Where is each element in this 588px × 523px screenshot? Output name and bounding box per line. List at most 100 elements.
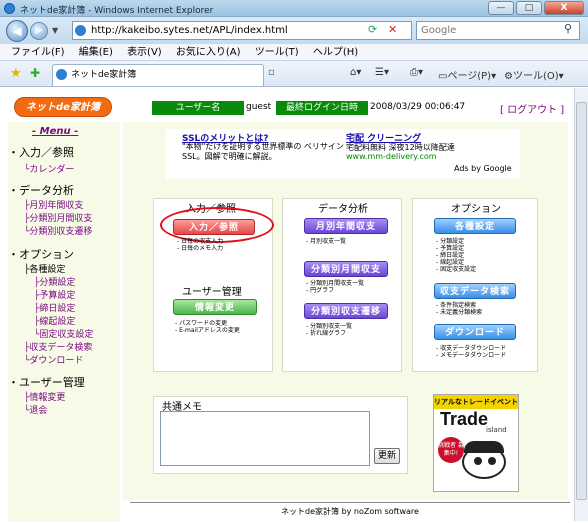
menu-file[interactable]: ファイル(F) bbox=[11, 44, 65, 61]
page-menu[interactable]: ▭ページ(P)▾ bbox=[438, 67, 496, 82]
option-desc-7: - 未定義分類検索 bbox=[436, 309, 483, 316]
option-desc-9: - メモデータダウンロード bbox=[436, 352, 507, 359]
print-icon[interactable]: ⎙▾ bbox=[410, 67, 423, 78]
menu-favorites[interactable]: お気に入り(A) bbox=[176, 44, 241, 61]
banner-eye bbox=[474, 457, 482, 465]
forward-button[interactable]: ▶ bbox=[30, 22, 48, 40]
option-desc-2: - 予算設定 bbox=[436, 245, 465, 252]
ad-text-ssl: "本物"だけを証明する世界標準の ベリサイン SSL。図解で明確に解説。 bbox=[182, 142, 344, 161]
option-desc-5: - 固定収支設定 bbox=[436, 266, 477, 273]
memo-textarea[interactable] bbox=[160, 411, 370, 466]
back-button[interactable]: ◀ bbox=[6, 20, 28, 42]
option-desc-3: - 締日設定 bbox=[436, 252, 465, 259]
sidebar-item-calendar[interactable]: └カレンダー bbox=[24, 162, 74, 175]
sidebar-item-withdraw[interactable]: └退会 bbox=[24, 403, 47, 416]
settings-button[interactable]: 各種設定 bbox=[434, 218, 516, 234]
close-window-button[interactable]: X bbox=[544, 1, 584, 15]
analysis-desc-5: - 折れ線グラフ bbox=[306, 330, 347, 337]
sidebar-item-download[interactable]: └ダウンロード bbox=[24, 353, 83, 366]
feeds-icon[interactable]: ☰▾ bbox=[375, 67, 389, 78]
sidebar-item-closing-setting[interactable]: ├締日設定 bbox=[34, 301, 75, 314]
favorites-star-icon[interactable]: ★ bbox=[10, 66, 22, 81]
option-desc-4: - 線起設定 bbox=[436, 259, 465, 266]
search-input[interactable]: Google bbox=[416, 21, 580, 40]
window-titlebar: ネットde家計簿 - Windows Internet Explorer — □… bbox=[0, 0, 588, 17]
sidebar-item-category-monthly[interactable]: ├分類別月間収支 bbox=[24, 211, 92, 224]
user-desc-2: - E-mailアドレスの変更 bbox=[175, 327, 240, 334]
menu-help[interactable]: ヘルプ(H) bbox=[313, 44, 358, 61]
search-icon[interactable]: ⚲ bbox=[564, 22, 572, 35]
sidebar-item-fixed-setting[interactable]: └固定収支設定 bbox=[34, 327, 93, 340]
sidebar-item-budget-setting[interactable]: ├予算設定 bbox=[34, 288, 75, 301]
sidebar-item-monthly[interactable]: ├月別年間収支 bbox=[24, 198, 83, 211]
analysis-desc-3: - 円グラフ bbox=[306, 287, 335, 294]
menu-edit[interactable]: 編集(E) bbox=[79, 44, 113, 61]
input-desc-2: - 日毎のメモ入力 bbox=[177, 245, 224, 252]
google-ad: SSLのメリットとは? "本物"だけを証明する世界標準の ベリサイン SSL。図… bbox=[166, 129, 520, 179]
banner-top: リアルなトレードイベント bbox=[434, 395, 518, 409]
login-time: 2008/03/29 00:06:47 bbox=[370, 102, 466, 112]
minimize-button[interactable]: — bbox=[488, 1, 514, 15]
trade-island-banner[interactable]: リアルなトレードイベント Trade island 挑戦者 募集中! bbox=[433, 394, 519, 492]
section-user: ・ユーザー管理 bbox=[8, 376, 85, 389]
profile-button[interactable]: 情報変更 bbox=[173, 299, 257, 315]
sidebar: - Menu - ・入力／参照 └カレンダー ・データ分析 ├月別年間収支 ├分… bbox=[8, 122, 120, 522]
sidebar-item-search[interactable]: ├収支データ検索 bbox=[24, 340, 92, 353]
download-button[interactable]: ダウンロード bbox=[434, 324, 516, 340]
site-logo[interactable]: ネットde家計簿 bbox=[14, 97, 112, 117]
user-desc-1: - パスワードの変更 bbox=[175, 320, 228, 327]
menu-tools[interactable]: ツール(T) bbox=[255, 44, 299, 61]
window-title: ネットde家計簿 - Windows Internet Explorer bbox=[20, 6, 214, 16]
ads-by-google[interactable]: Ads by Google bbox=[454, 164, 512, 173]
scroll-thumb[interactable] bbox=[576, 102, 587, 500]
tab-kakeibo[interactable]: ネットde家計簿 bbox=[52, 64, 264, 86]
history-dropdown-icon[interactable]: ▼ bbox=[52, 26, 58, 35]
login-label: 最終ログイン日時 bbox=[276, 101, 368, 115]
tools-menu[interactable]: ⚙ツール(O)▾ bbox=[504, 67, 564, 82]
username: guest bbox=[246, 102, 272, 112]
sidebar-group-settings: ├各種設定 bbox=[24, 265, 66, 275]
panel-analysis-title: データ分析 bbox=[318, 204, 368, 215]
address-bar[interactable]: http://kakeibo.sytes.net/APL/index.html bbox=[72, 21, 412, 40]
section-option: ・オプション bbox=[8, 248, 74, 261]
option-desc-1: - 分類設定 bbox=[436, 238, 465, 245]
menu-bar: ファイル(F) 編集(E) 表示(V) お気に入り(A) ツール(T) ヘルプ(… bbox=[0, 44, 588, 61]
sidebar-item-profile[interactable]: ├情報変更 bbox=[24, 390, 65, 403]
monthly-button[interactable]: 月別年間収支 bbox=[304, 218, 388, 234]
page-icon bbox=[75, 25, 86, 36]
input-desc-1: - 日毎の収支入力 bbox=[177, 238, 224, 245]
option-desc-8: - 収支データダウンロード bbox=[436, 345, 507, 352]
sidebar-item-category-setting[interactable]: ├分類設定 bbox=[34, 275, 75, 288]
category-transition-button[interactable]: 分類別収支遷移 bbox=[304, 303, 388, 319]
analysis-desc-1: - 月別収支一覧 bbox=[306, 238, 347, 245]
page-footer: ネットde家計簿 by noZom software bbox=[130, 502, 570, 520]
ie-icon bbox=[4, 3, 15, 14]
banner-sub: island bbox=[486, 426, 507, 434]
analysis-desc-4: - 分類別収支一覧 bbox=[306, 323, 353, 330]
section-analysis: ・データ分析 bbox=[8, 184, 74, 197]
banner-badge: 挑戦者 募集中! bbox=[438, 437, 464, 463]
search-data-button[interactable]: 収支データ検索 bbox=[434, 283, 516, 299]
add-favorites-icon[interactable]: ✚ bbox=[30, 66, 40, 80]
section-input: ・入力／参照 bbox=[8, 146, 74, 159]
maximize-button[interactable]: □ bbox=[516, 1, 542, 15]
vertical-scrollbar[interactable] bbox=[574, 88, 588, 521]
tab-page-icon bbox=[56, 69, 67, 80]
memo-update-button[interactable]: 更新 bbox=[374, 448, 400, 464]
sidebar-item-category-transition[interactable]: └分類別収支遷移 bbox=[24, 224, 92, 237]
banner-logo: Trade bbox=[440, 409, 489, 429]
refresh-icon[interactable]: ⟳ bbox=[368, 23, 377, 36]
menu-view[interactable]: 表示(V) bbox=[127, 44, 162, 61]
analysis-desc-2: - 分類別月間収支一覧 bbox=[306, 280, 365, 287]
home-icon[interactable]: ⌂▾ bbox=[350, 67, 361, 78]
category-monthly-button[interactable]: 分類別月間収支 bbox=[304, 261, 388, 277]
banner-eye-2 bbox=[488, 457, 496, 465]
user-label: ユーザー名 bbox=[152, 101, 244, 115]
sidebar-item-carryover-setting[interactable]: ├線起設定 bbox=[34, 314, 75, 327]
logout-link[interactable]: [ ログアウト ] bbox=[500, 101, 564, 116]
menu-title: - Menu - bbox=[32, 126, 79, 137]
stop-icon[interactable]: ✕ bbox=[388, 23, 397, 36]
new-tab-icon[interactable]: ▫ bbox=[268, 67, 282, 83]
panel-option-title: オプション bbox=[451, 204, 501, 215]
ad-url[interactable]: www.mm-delivery.com bbox=[346, 152, 437, 161]
